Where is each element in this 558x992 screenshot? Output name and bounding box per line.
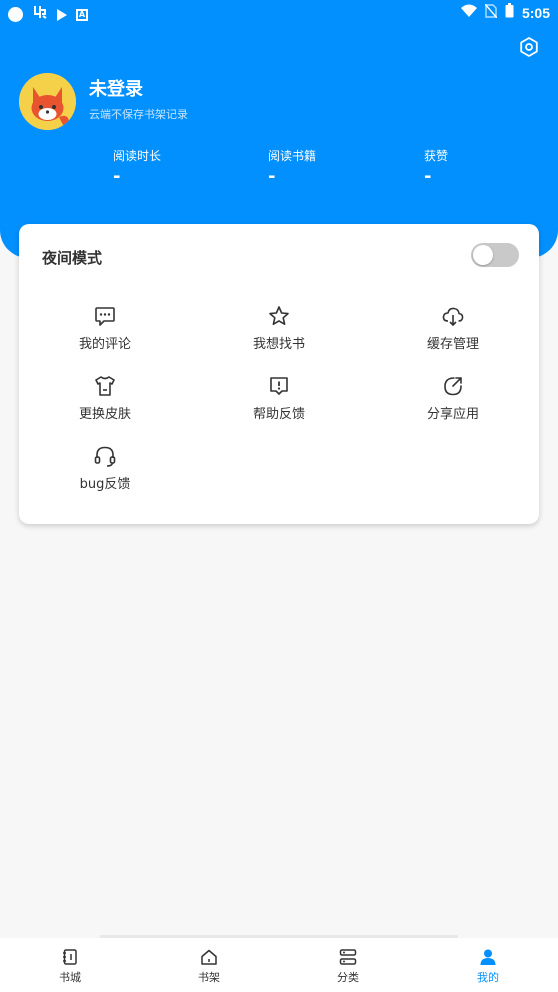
menu-item-label: bug反馈 [79,477,131,492]
profile-header [0,0,558,258]
bottom-nav: 书城 书架 分类 我的 [0,935,558,992]
category-icon [318,948,378,966]
stat-label: 阅读书籍 [268,149,317,163]
menu-item-label: 帮助反馈 [252,407,305,422]
star-icon [219,304,339,328]
stat-label: 获赞 [424,149,449,163]
user-name[interactable]: 未登录 [89,75,143,101]
menu-card: 夜间模式 我的评论 我想找书 缓存管理 更换皮肤 帮助反馈 分享应用 bug反馈 [19,224,539,524]
stat-value: - [424,166,432,187]
nav-item-category[interactable]: 分类 [318,948,378,985]
menu-item-cache[interactable]: 缓存管理 [393,304,513,352]
stat-value: - [268,166,276,187]
nav-label: 书架 [198,971,220,984]
menu-item-label: 缓存管理 [426,337,479,352]
shirt-icon [45,374,165,398]
menu-item-skin[interactable]: 更换皮肤 [45,374,165,422]
a-icon: A [76,8,88,21]
stat-likes: 获赞 - [424,147,504,186]
nav-label: 分类 [337,971,359,984]
circle-icon [8,7,23,22]
stat-reading-time: 阅读时长 - [113,147,193,186]
menu-item-find-book[interactable]: 我想找书 [219,304,339,352]
app-icon [32,4,48,25]
nav-item-bookstore[interactable]: 书城 [40,948,100,985]
user-subtitle: 云端不保存书架记录 [89,108,188,121]
play-icon [57,8,67,21]
menu-item-label: 更换皮肤 [78,407,131,422]
night-mode-label: 夜间模式 [42,249,103,267]
home-icon [179,948,239,966]
cloud-download-icon [393,304,513,328]
menu-item-help-feedback[interactable]: 帮助反馈 [219,374,339,422]
headset-icon [45,444,165,468]
book-icon [40,948,100,966]
menu-item-share[interactable]: 分享应用 [393,374,513,422]
share-icon [393,374,513,398]
no-sim-icon [484,3,498,22]
nav-label: 书城 [59,971,81,984]
toggle-knob [473,245,493,265]
user-icon [458,948,518,966]
nav-divider [100,935,458,938]
status-bar: A 5:05 [0,0,558,26]
nav-item-bookshelf[interactable]: 书架 [179,948,239,985]
stat-books-read: 阅读书籍 - [268,147,348,186]
menu-item-bug-feedback[interactable]: bug反馈 [45,444,165,492]
nav-item-mine[interactable]: 我的 [458,948,518,985]
settings-icon[interactable] [518,36,540,58]
help-feedback-icon [219,374,339,398]
menu-item-label: 我的评论 [78,337,131,352]
stat-value: - [113,166,121,187]
comment-icon [45,304,165,328]
menu-item-my-comments[interactable]: 我的评论 [45,304,165,352]
wifi-icon [460,3,477,22]
menu-item-label: 我想找书 [252,337,305,352]
avatar[interactable] [19,73,76,130]
menu-item-label: 分享应用 [426,407,479,422]
night-mode-toggle[interactable] [471,243,519,267]
battery-icon [505,3,514,22]
stat-label: 阅读时长 [113,149,162,163]
nav-label: 我的 [477,971,499,984]
clock: 5:05 [521,4,550,21]
